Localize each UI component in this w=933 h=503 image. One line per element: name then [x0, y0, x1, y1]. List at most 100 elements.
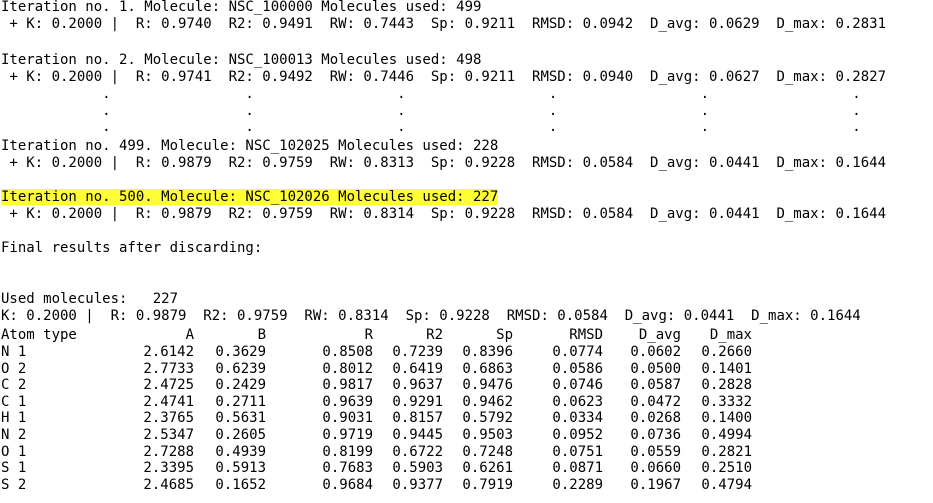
table-cell: 0.9719: [322, 427, 373, 443]
table-cell: 0.2429: [215, 377, 266, 393]
iteration-500-stats: + K: 0.2000 | R: 0.9879 R2: 0.9759 RW: 0…: [1, 206, 887, 222]
table-cell: 0.7248: [462, 444, 513, 460]
table-cell: 0.8012: [322, 361, 373, 377]
table-cell: 0.0268: [630, 410, 681, 426]
table-cell: 0.2821: [701, 444, 752, 460]
atom-type-cell: H 1: [1, 410, 27, 426]
table-cell: 0.9817: [322, 377, 373, 393]
table-cell: 0.0587: [630, 377, 681, 393]
table-cell: 0.9503: [462, 427, 513, 443]
table-cell: 0.1400: [701, 410, 752, 426]
table-cell: 0.0586: [552, 361, 603, 377]
table-cell: 0.6722: [392, 444, 443, 460]
used-molecules: Used molecules: 227: [1, 291, 179, 307]
table-cell: 0.9476: [462, 377, 513, 393]
table-header-cell: D_avg: [638, 327, 681, 343]
atom-type-cell: O 1: [1, 444, 27, 460]
table-cell: 0.9031: [322, 410, 373, 426]
table-cell: 0.6239: [215, 361, 266, 377]
table-cell: 0.7239: [392, 344, 443, 360]
table-cell: 0.2828: [701, 377, 752, 393]
table-cell: 2.3395: [143, 460, 194, 476]
table-cell: 0.4794: [701, 477, 752, 493]
highlighted-iteration-text: Iteration no. 500. Molecule: NSC_102026 …: [1, 189, 499, 205]
table-cell: 0.0623: [552, 394, 603, 410]
table-cell: 0.2605: [215, 427, 266, 443]
table-header-cell: R: [364, 327, 373, 343]
table-cell: 0.9637: [392, 377, 443, 393]
iteration-499-stats: + K: 0.2000 | R: 0.9879 R2: 0.9759 RW: 0…: [1, 155, 887, 171]
atom-type-cell: C 1: [1, 394, 27, 410]
table-cell: 2.4725: [143, 377, 194, 393]
ellipsis-row: . . . . . .: [1, 86, 861, 102]
ellipsis-row: . . . . . .: [1, 103, 861, 119]
table-cell: 0.6419: [392, 361, 443, 377]
table-header-cell: RMSD: [569, 327, 603, 343]
table-cell: 0.8508: [322, 344, 373, 360]
table-cell: 0.7919: [462, 477, 513, 493]
table-cell: 0.9377: [392, 477, 443, 493]
final-stats: K: 0.2000 | R: 0.9879 R2: 0.9759 RW: 0.8…: [1, 308, 861, 324]
ellipsis-row: . . . . . .: [1, 119, 861, 135]
iteration-499-header: Iteration no. 499. Molecule: NSC_102025 …: [1, 138, 499, 154]
table-cell: 0.0660: [630, 460, 681, 476]
table-cell: 0.4939: [215, 444, 266, 460]
table-cell: 2.7733: [143, 361, 194, 377]
table-cell: 0.0472: [630, 394, 681, 410]
table-cell: 0.0774: [552, 344, 603, 360]
iteration-1-stats: + K: 0.2000 | R: 0.9740 R2: 0.9491 RW: 0…: [1, 16, 887, 32]
table-cell: 2.4685: [143, 477, 194, 493]
table-cell: 0.3332: [701, 394, 752, 410]
table-cell: 0.0736: [630, 427, 681, 443]
table-cell: 0.0500: [630, 361, 681, 377]
table-cell: 0.9291: [392, 394, 443, 410]
table-cell: 2.3765: [143, 410, 194, 426]
iteration-2-header: Iteration no. 2. Molecule: NSC_100013 Mo…: [1, 52, 482, 68]
table-cell: 0.1652: [215, 477, 266, 493]
table-cell: 0.0952: [552, 427, 603, 443]
table-cell: 0.9462: [462, 394, 513, 410]
table-cell: 0.5913: [215, 460, 266, 476]
iteration-2-stats: + K: 0.2000 | R: 0.9741 R2: 0.9492 RW: 0…: [1, 69, 887, 85]
table-cell: 0.2510: [701, 460, 752, 476]
table-cell: 0.6261: [462, 460, 513, 476]
table-cell: 0.0751: [552, 444, 603, 460]
final-results-title: Final results after discarding:: [1, 240, 263, 256]
table-header-cell: B: [257, 327, 266, 343]
table-cell: 0.9684: [322, 477, 373, 493]
atom-type-cell: N 1: [1, 344, 27, 360]
table-cell: 0.5631: [215, 410, 266, 426]
table-cell: 0.7683: [322, 460, 373, 476]
table-cell: 0.0602: [630, 344, 681, 360]
table-cell: 0.0746: [552, 377, 603, 393]
table-cell: 0.6863: [462, 361, 513, 377]
table-cell: 0.8199: [322, 444, 373, 460]
table-cell: 0.9445: [392, 427, 443, 443]
table-cell: 0.5792: [462, 410, 513, 426]
atom-type-cell: C 2: [1, 377, 27, 393]
table-cell: 0.0334: [552, 410, 603, 426]
table-cell: 2.6142: [143, 344, 194, 360]
table-cell: 0.2660: [701, 344, 752, 360]
table-cell: 2.4741: [143, 394, 194, 410]
atom-type-cell: N 2: [1, 427, 27, 443]
table-header-cell: R2: [426, 327, 443, 343]
table-cell: 0.1967: [630, 477, 681, 493]
table-header-cell: Sp: [496, 327, 513, 343]
table-cell: 2.5347: [143, 427, 194, 443]
atom-type-cell: S 2: [1, 477, 27, 493]
iteration-1-header: Iteration no. 1. Molecule: NSC_100000 Mo…: [1, 0, 482, 15]
atom-type-cell: S 1: [1, 460, 27, 476]
table-cell: 0.1401: [701, 361, 752, 377]
table-cell: 0.0871: [552, 460, 603, 476]
table-cell: 0.0559: [630, 444, 681, 460]
table-cell: 0.8157: [392, 410, 443, 426]
table-header-cell: Atom type: [1, 327, 77, 343]
table-cell: 0.2289: [552, 477, 603, 493]
table-cell: 0.5903: [392, 460, 443, 476]
table-cell: 0.9639: [322, 394, 373, 410]
iteration-500-header: Iteration no. 500. Molecule: NSC_102026 …: [1, 189, 499, 206]
table-cell: 0.4994: [701, 427, 752, 443]
atom-type-cell: O 2: [1, 361, 27, 377]
table-cell: 0.3629: [215, 344, 266, 360]
